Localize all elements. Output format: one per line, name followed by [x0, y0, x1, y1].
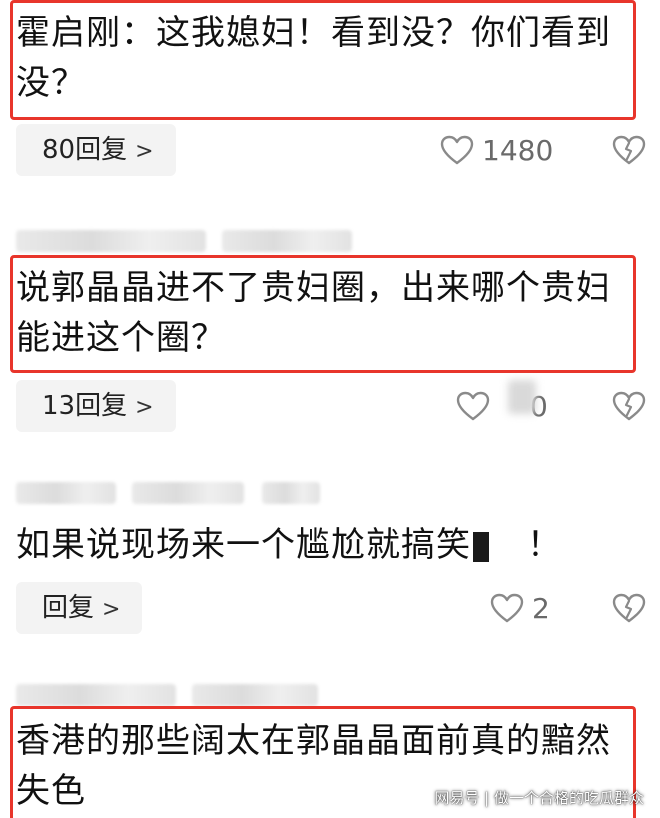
timestamp-blurred — [192, 684, 318, 706]
comment-text-line: 香港的那些阔太在郭晶晶面前真的黯然 — [16, 721, 611, 761]
comment-item: 香港的那些阔太在郭晶晶面前真的黯然 失色 — [0, 0, 660, 818]
username-blurred — [16, 684, 176, 706]
watermark: 网易号 | 做一个合格的吃瓜群众 — [434, 789, 644, 807]
